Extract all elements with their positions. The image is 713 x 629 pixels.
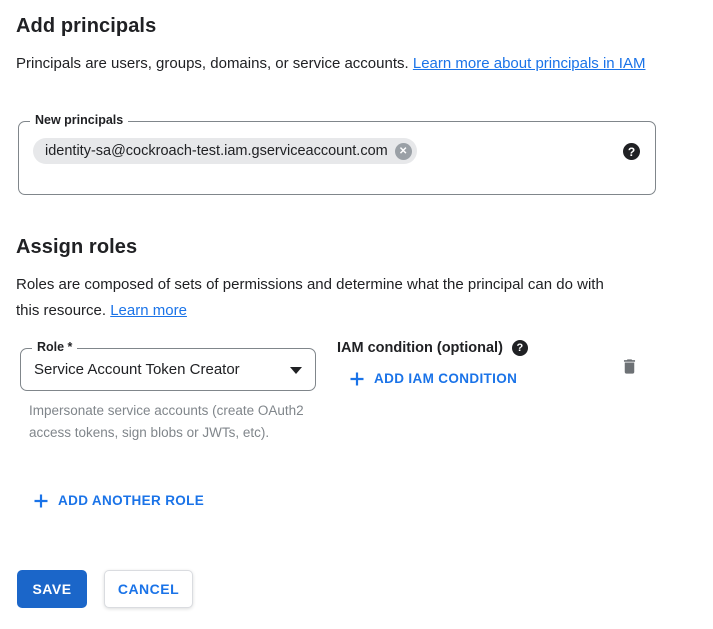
trash-icon	[620, 356, 639, 377]
add-another-role-label: ADD ANOTHER ROLE	[58, 493, 204, 508]
new-principals-label: New principals	[30, 113, 128, 127]
roles-description: Roles are composed of sets of permission…	[16, 272, 616, 324]
role-select[interactable]: Role * Service Account Token Creator	[20, 348, 316, 391]
add-iam-condition-button[interactable]: ADD IAM CONDITION	[350, 371, 517, 386]
plus-icon	[34, 494, 48, 508]
learn-more-principals-link[interactable]: Learn more about principals in IAM	[413, 55, 646, 72]
iam-condition-label: IAM condition (optional)	[337, 340, 503, 356]
learn-more-roles-link[interactable]: Learn more	[110, 302, 187, 319]
principal-chip: identity-sa@cockroach-test.iam.gservicea…	[33, 138, 417, 164]
principal-chip-text: identity-sa@cockroach-test.iam.gservicea…	[45, 143, 388, 159]
close-icon: ✕	[399, 146, 407, 157]
delete-role-button[interactable]	[620, 356, 639, 380]
iam-condition-header: IAM condition (optional) ?	[337, 340, 528, 356]
help-icon: ?	[628, 145, 635, 159]
help-icon: ?	[517, 342, 524, 354]
cancel-button[interactable]: CANCEL	[104, 570, 193, 608]
add-principals-panel: Add principals Principals are users, gro…	[0, 0, 713, 629]
iam-condition-help-button[interactable]: ?	[512, 340, 528, 356]
remove-principal-button[interactable]: ✕	[395, 143, 412, 160]
save-button[interactable]: SAVE	[17, 570, 87, 608]
new-principals-help-button[interactable]: ?	[623, 143, 640, 160]
roles-description-text: Roles are composed of sets of permission…	[16, 276, 604, 319]
role-select-value: Service Account Token Creator	[34, 361, 240, 378]
principals-description: Principals are users, groups, domains, o…	[16, 51, 668, 77]
add-iam-condition-label: ADD IAM CONDITION	[374, 371, 517, 386]
role-helper-text: Impersonate service accounts (create OAu…	[29, 400, 307, 444]
principals-description-text: Principals are users, groups, domains, o…	[16, 55, 409, 72]
assign-roles-title: Assign roles	[16, 234, 137, 260]
plus-icon	[350, 372, 364, 386]
page-title: Add principals	[16, 13, 156, 39]
role-select-label: Role *	[32, 340, 77, 354]
add-another-role-button[interactable]: ADD ANOTHER ROLE	[34, 493, 204, 508]
new-principals-field[interactable]: New principals identity-sa@cockroach-tes…	[18, 121, 656, 195]
dropdown-arrow-icon	[290, 367, 302, 374]
